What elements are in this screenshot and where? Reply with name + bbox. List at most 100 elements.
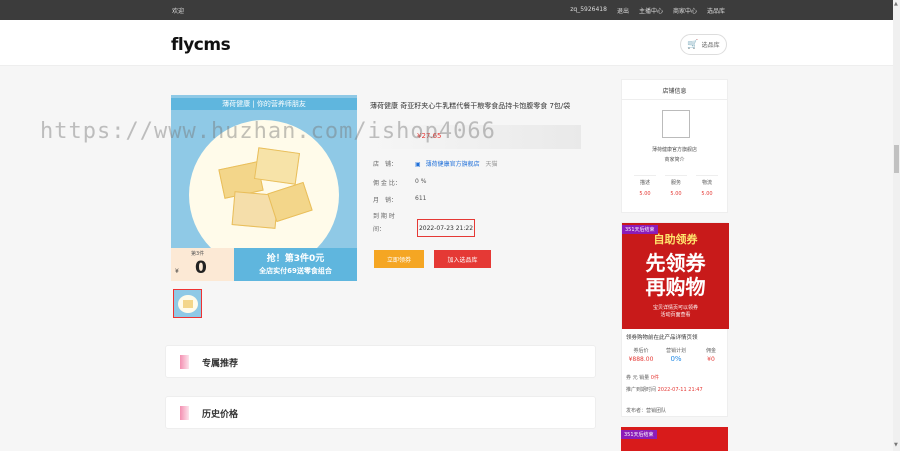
product-title: 薄荷健康 奇亚籽夹心牛乳糕代餐干粮零食品持卡饱腹零食 7包/袋 [370, 102, 571, 110]
ad-stat-value: ¥0 [707, 356, 715, 363]
ad-big-line: 先领券 [645, 251, 706, 275]
product-thumbnail[interactable] [173, 289, 202, 318]
section-history: 历史价格 [165, 396, 596, 429]
ad-big-line: 再购物 [645, 275, 706, 299]
info-label: 到 期 时 [373, 213, 395, 220]
ad-small-text: 宝贝详情页可以领券 活动页面查看 [622, 305, 729, 319]
ad-stat: 营销计划 0% [661, 347, 691, 363]
ad-stats: 券后价 ¥888.00 营销计划 0% 佣金 ¥0 [626, 347, 726, 363]
top-links: zq_5926418 退出 主播中心 商家中心 选品库 [570, 6, 725, 15]
coupon-ad-card-2[interactable]: 351天后结束 [621, 427, 728, 451]
product-main-image: 薄荷健康 | 你的营养师朋友 第3件 ¥ 0 抢！第3件0元 全店实付69送零食… [171, 95, 357, 281]
page-scrollbar[interactable]: ▲ ▼ [893, 0, 900, 451]
stat-value: 5.00 [670, 191, 682, 197]
ad-expire-value: 2022-07-11 21:47 [657, 387, 703, 393]
ad-publisher: 发布者：营销团队 [626, 408, 667, 414]
site-header: flycms 🛒 选品库 [0, 20, 893, 66]
selection-cart-button[interactable]: 🛒 选品库 [680, 34, 727, 55]
ad-sales-label: 券 元 销量 [626, 375, 650, 381]
ad-stat: 券后价 ¥888.00 [626, 347, 656, 363]
stat-value: 5.00 [639, 191, 651, 197]
image-promo: 抢！第3件0元 [266, 254, 325, 264]
welcome-text: 欢迎 [172, 8, 185, 15]
ad-stat: 佣金 ¥0 [696, 347, 726, 363]
anchor-center-link[interactable]: 主播中心 [639, 6, 663, 15]
scroll-up-icon[interactable]: ▲ [894, 1, 898, 7]
image-price-label: 第3件 [191, 251, 205, 257]
info-row-expire-cont: 间： [373, 224, 385, 233]
shop-tag: 天猫 [485, 161, 498, 168]
info-label: 佣 金 比： [373, 180, 401, 187]
ad-expire-label: 推广到期时间 [626, 387, 657, 393]
image-price-value: 0 [195, 258, 207, 278]
shop-stats: 描述 5.00 服务 5.00 物流 5.00 [634, 175, 718, 201]
shop-name[interactable]: 薄荷健康官方旗舰店 [622, 146, 727, 153]
shop-stat: 物流 5.00 [696, 175, 718, 201]
stat-label: 描述 [639, 180, 650, 186]
ad-big-text: 先领券 再购物 [622, 251, 729, 299]
ad-stat-value: 0% [670, 355, 682, 363]
shop-icon: ▣ [415, 161, 421, 168]
image-price-box: 第3件 ¥ 0 [171, 248, 234, 281]
image-cake [253, 147, 301, 185]
site-logo[interactable]: flycms [171, 35, 231, 55]
cart-icon: 🛒 [687, 39, 699, 50]
ad-stat-label: 营销计划 [665, 348, 686, 354]
merchant-center-link[interactable]: 商家中心 [673, 6, 697, 15]
thumbnail-cake [183, 300, 193, 308]
section-marker [180, 406, 189, 420]
get-coupon-button[interactable]: 立即领券 [374, 250, 424, 268]
info-row-sales: 月 销： 611 [373, 195, 426, 204]
ad-title[interactable]: 领劵购物前在此产品详情页领 [626, 333, 726, 341]
shop-stat: 描述 5.00 [634, 175, 656, 201]
top-bar: 欢迎 zq_5926418 退出 主播中心 商家中心 选品库 [0, 0, 893, 20]
ad-small-line: 活动页面查看 [660, 312, 691, 318]
stat-label: 服务 [670, 180, 681, 186]
info-label: 间： [373, 226, 386, 233]
coupon-ad-card[interactable]: 351天后结束 自助领券 先领券 再购物 宝贝详情页可以领券 活动页面查看 领劵… [621, 222, 729, 417]
divider [622, 99, 727, 100]
username-link[interactable]: zq_5926418 [570, 6, 607, 15]
ad-sales-value: 0件 [650, 375, 659, 381]
info-value: 0 % [415, 178, 427, 185]
scroll-down-icon[interactable]: ▼ [894, 442, 898, 448]
stat-value: 5.00 [701, 191, 713, 197]
ad-sales: 券 元 销量 0件 [626, 374, 659, 381]
scrollbar-thumb[interactable] [894, 145, 899, 173]
shop-card-heading: 店铺信息 [662, 88, 687, 95]
image-promo-sub: 全店实付69送零食组合 [259, 267, 332, 275]
info-row-shop: 店 铺： ▣ 薄荷健康官方旗舰店 天猫 [373, 159, 498, 168]
ad-expire: 推广到期时间 2022-07-11 21:47 [626, 386, 703, 393]
logout-link[interactable]: 退出 [617, 6, 629, 15]
cart-label: 选品库 [701, 42, 720, 49]
shop-subtitle: 商家简介 [664, 157, 685, 163]
image-banner: 薄荷健康 | 你的营养师朋友 [171, 98, 357, 110]
ad-ribbon: 351天后结束 [621, 430, 657, 439]
info-row-expire: 到 期 时 [373, 211, 395, 220]
ad-stat-label: 佣金 [705, 348, 716, 354]
add-to-selection-button[interactable]: 加入选品库 [434, 250, 491, 268]
info-row-commission: 佣 金 比： 0 % [373, 178, 426, 187]
selection-library-link[interactable]: 选品库 [707, 6, 725, 15]
section-recommend: 专属推荐 [165, 345, 596, 378]
shop-stat: 服务 5.00 [665, 175, 687, 201]
shop-logo[interactable] [662, 110, 690, 138]
ad-headline: 自助领券 [653, 233, 698, 246]
expire-date: 2022-07-23 21:22 [417, 219, 475, 237]
ad-small-line: 宝贝详情页可以领券 [652, 305, 698, 311]
section-marker [180, 355, 189, 369]
price-strip-value: ¥27.65 [417, 132, 442, 140]
info-label: 月 销： [373, 197, 398, 204]
stat-label: 物流 [701, 180, 712, 186]
section-title: 专属推荐 [202, 359, 239, 369]
shop-link[interactable]: 薄荷健康官方旗舰店 [426, 161, 480, 168]
price-strip: ¥27.65 [370, 125, 581, 149]
ad-stat-value: ¥888.00 [628, 356, 654, 363]
image-price-currency: ¥ [175, 268, 179, 275]
info-value: 611 [415, 195, 427, 202]
ad-image[interactable]: 351天后结束 自助领券 先领券 再购物 宝贝详情页可以领券 活动页面查看 [622, 223, 729, 329]
shop-info-card: 店铺信息 薄荷健康官方旗舰店 商家简介 描述 5.00 服务 5.00 物流 5… [621, 79, 728, 213]
ad-stat-label: 券后价 [633, 348, 649, 354]
info-label: 店 铺： [373, 161, 398, 168]
info-value: ▣ 薄荷健康官方旗舰店 天猫 [415, 159, 498, 168]
